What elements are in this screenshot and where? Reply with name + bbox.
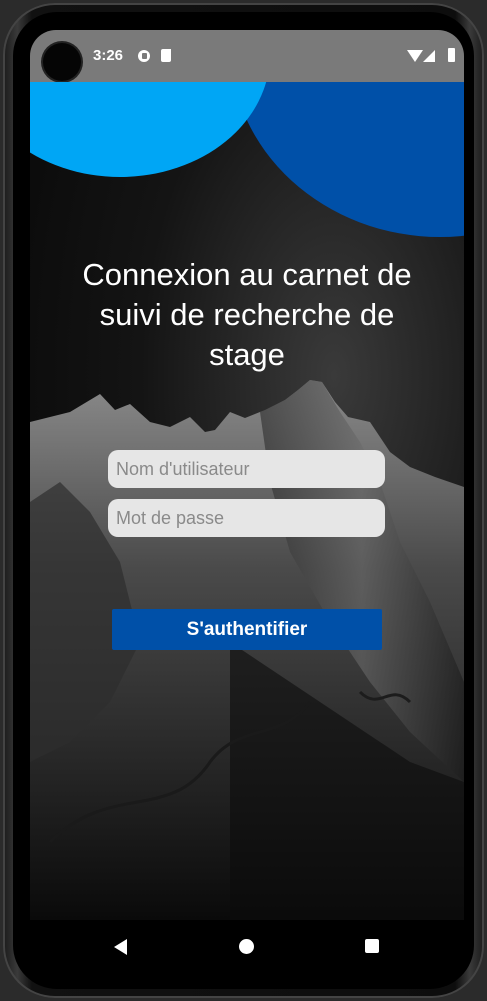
authenticate-button[interactable]: S'authentifier [112,609,382,650]
status-time: 3:26 [93,47,124,64]
login-screen: Connexion au carnet de suivi de recherch… [30,82,464,920]
g-notification-icon [138,50,150,62]
username-input[interactable] [108,450,385,488]
recent-apps-icon[interactable] [365,939,379,953]
back-icon[interactable] [114,939,127,955]
battery-icon [448,48,455,62]
navigation-bar [30,920,464,972]
signal-icon [423,50,435,62]
sd-card-icon [161,49,171,62]
wifi-icon [407,50,423,62]
front-camera [43,43,81,81]
password-input[interactable] [108,499,385,537]
page-title: Connexion au carnet de suivi de recherch… [82,257,412,372]
home-icon[interactable] [239,939,254,954]
